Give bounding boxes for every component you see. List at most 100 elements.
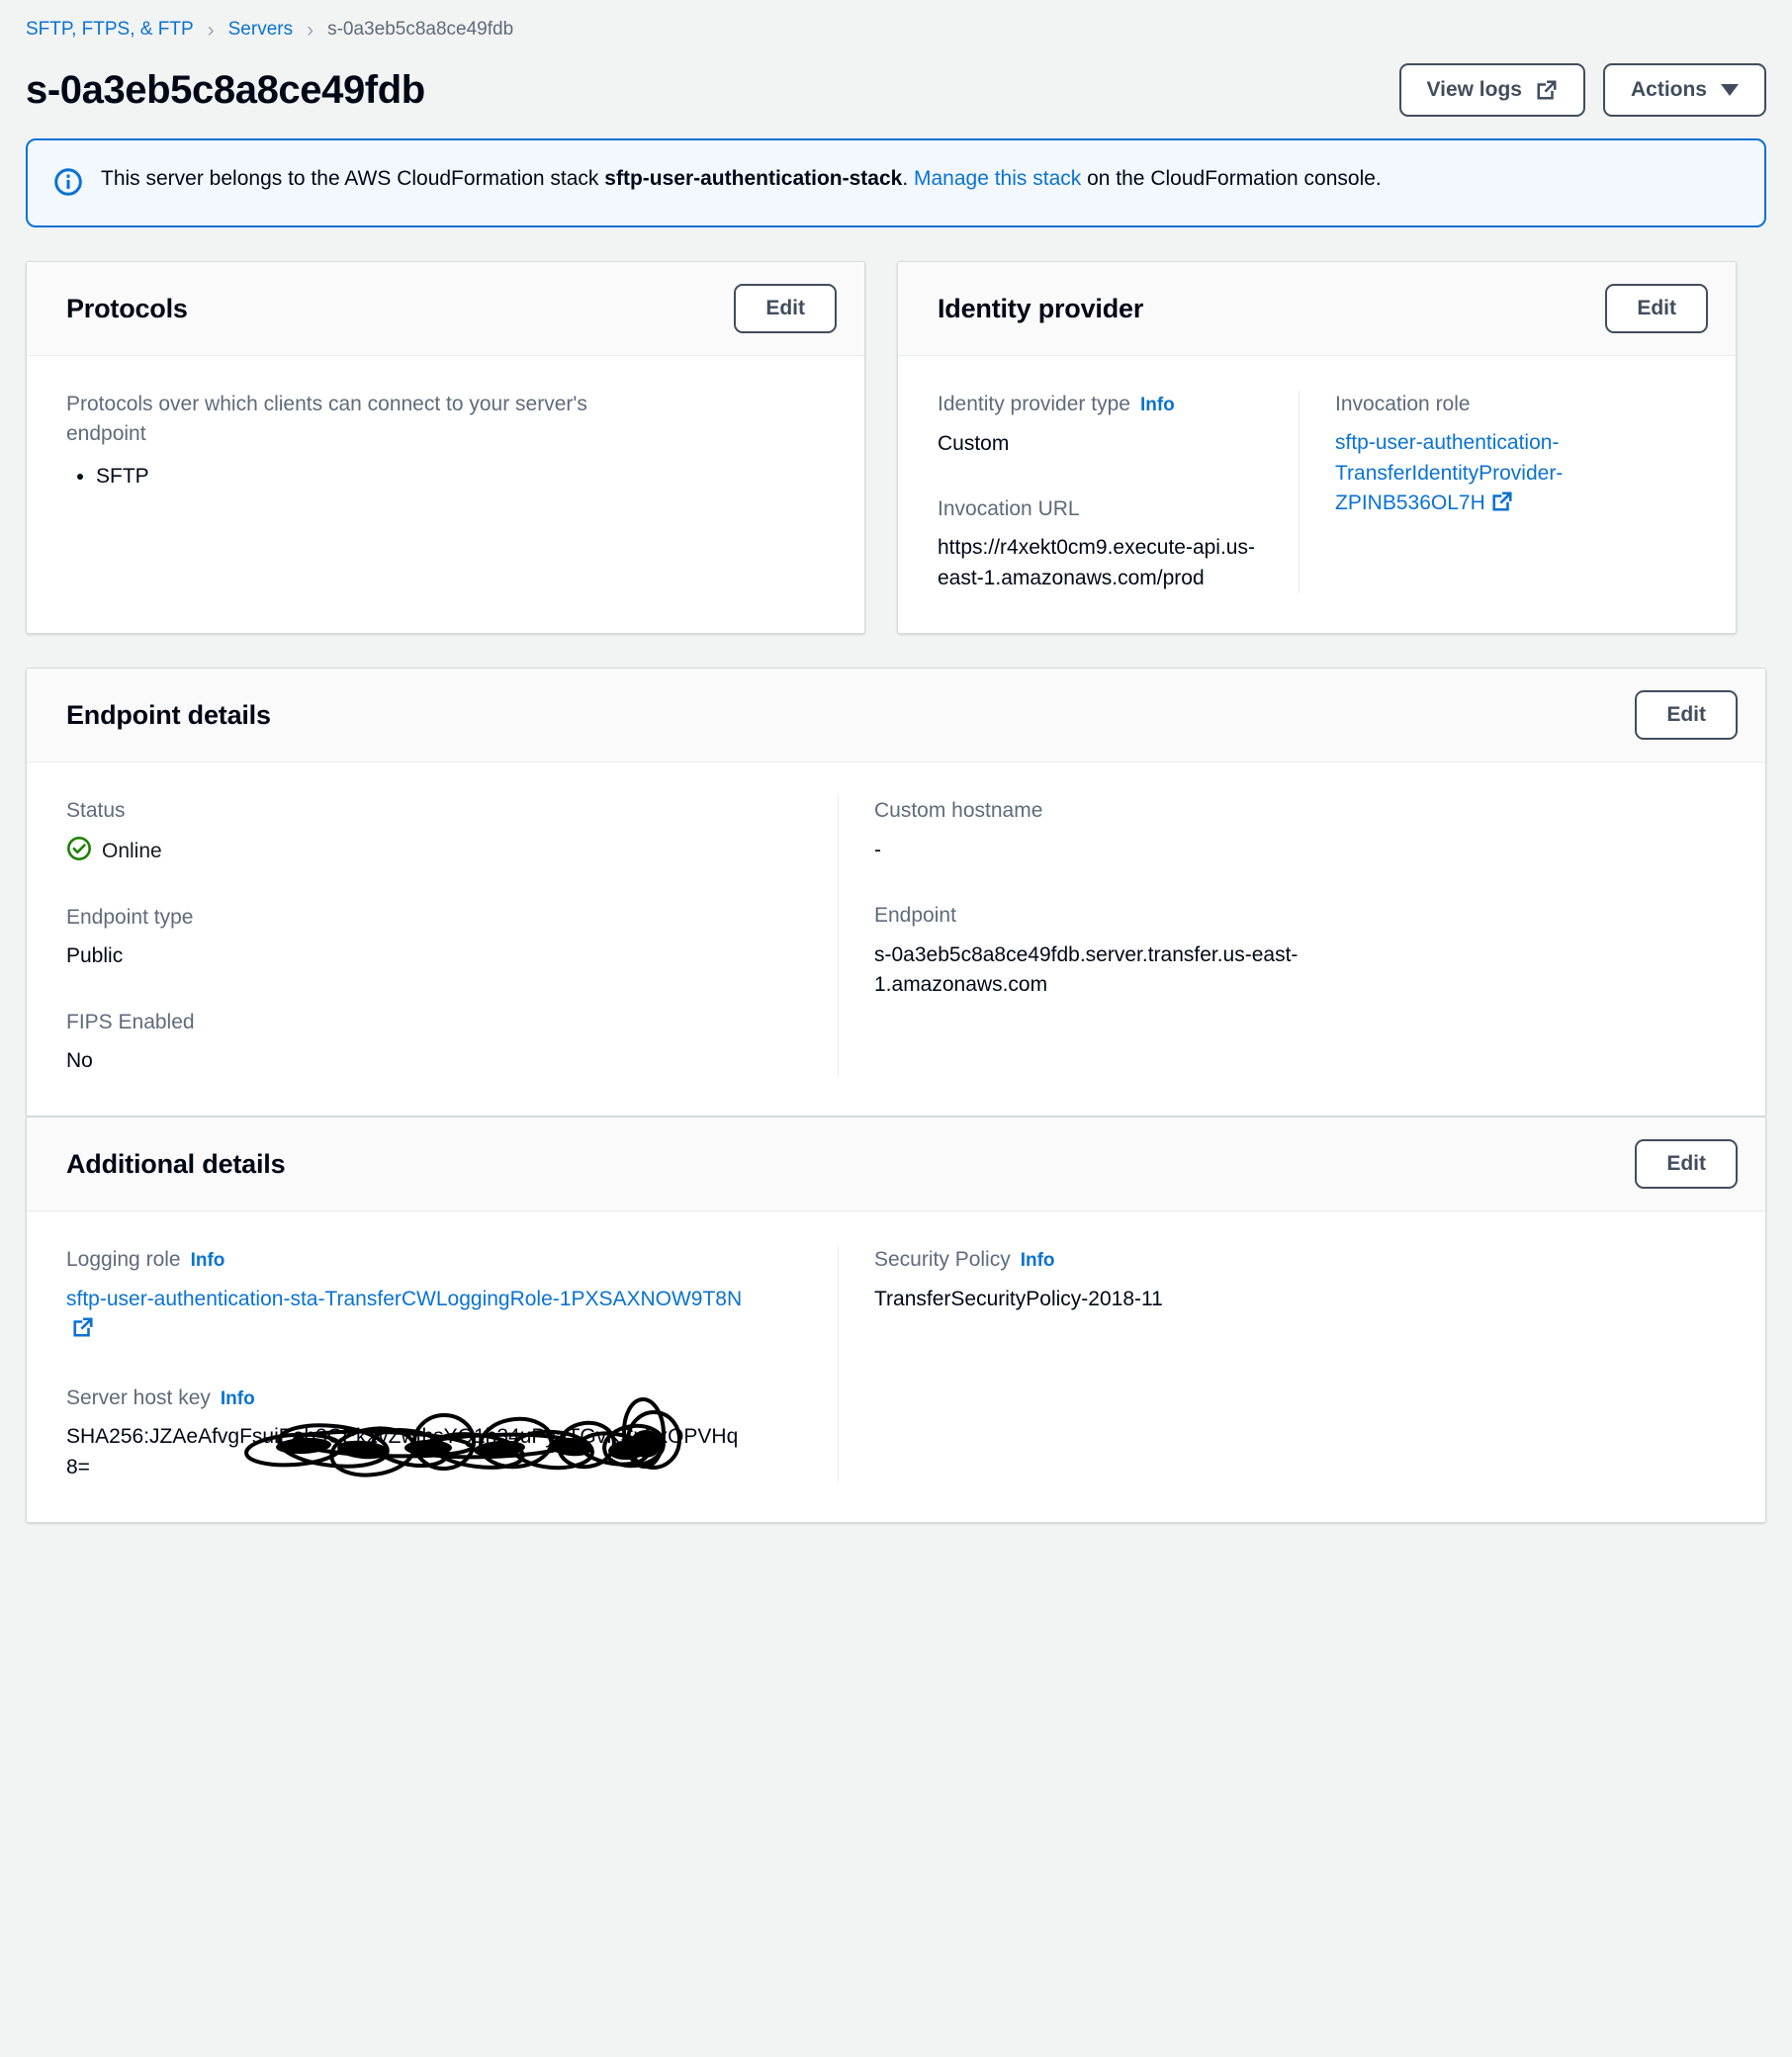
identity-provider-type-info-link[interactable]: Info [1140, 395, 1175, 415]
protocols-card-body: Protocols over which clients can connect… [27, 356, 864, 627]
server-host-key-value: SHA256:JZAeAfvgFsuiEeb3CEk2vZwthsYQ1h34u… [66, 1425, 739, 1478]
additional-details-card: Additional details Edit Logging role Info… [26, 1117, 1766, 1524]
additional-details-card-header: Additional details Edit [27, 1118, 1765, 1212]
endpoint-details-columns: Status Online Endpoint type Public FIPS … [66, 796, 1726, 1077]
invocation-url-value: https://r4xekt0cm9.execute-api.us-east-1… [938, 536, 1255, 589]
alert-message: This server belongs to the AWS CloudForm… [101, 164, 1382, 202]
custom-hostname-label: Custom hostname [874, 799, 1043, 823]
breadcrumb-item-servers[interactable]: Servers [228, 19, 293, 41]
identity-provider-type-value: Custom [938, 431, 1010, 455]
status-badge: Online [66, 836, 838, 867]
server-host-key-label-text: Server host key [66, 1386, 211, 1409]
page-header: s-0a3eb5c8a8ce49fdb View logs Actions [26, 45, 1766, 138]
chevron-down-icon [1721, 84, 1739, 96]
identity-provider-type-label: Identity provider type Info [938, 390, 1234, 419]
invocation-role-link[interactable]: sftp-user-authentication-TransferIdentit… [1335, 431, 1563, 514]
status-success-icon [66, 836, 92, 867]
server-host-key-label: Server host key Info [66, 1384, 838, 1413]
endpoint-details-card: Endpoint details Edit Status Online Endp… [26, 668, 1766, 1118]
endpoint-type-value: Public [66, 944, 124, 968]
breadcrumb-separator: › [207, 18, 215, 42]
identity-provider-right-column: Invocation role sftp-user-authentication… [1299, 390, 1696, 593]
actions-label: Actions [1630, 78, 1707, 101]
breadcrumb-item-sftp-ftps-ftp[interactable]: SFTP, FTPS, & FTP [26, 19, 194, 41]
identity-provider-edit-button[interactable]: Edit [1605, 284, 1708, 333]
endpoint-details-card-header: Endpoint details Edit [27, 669, 1765, 763]
invocation-role-label: Invocation role [1335, 393, 1471, 415]
endpoint-details-left-column: Status Online Endpoint type Public FIPS … [66, 796, 838, 1076]
additional-details-left-column: Logging role Info sftp-user-authenticatio… [66, 1245, 838, 1482]
protocols-list: SFTP [66, 460, 825, 493]
server-host-key-field: Server host key Info SHA256:JZAeAfvgFsuiE… [66, 1384, 838, 1482]
fips-enabled-label: FIPS Enabled [66, 1010, 195, 1033]
manage-stack-link[interactable]: Manage this stack [914, 167, 1081, 190]
additional-details-right-column: Security Policy Info TransferSecurityPoli… [839, 1245, 1726, 1482]
identity-provider-type-label-text: Identity provider type [938, 393, 1130, 415]
external-link-icon [1536, 79, 1558, 101]
endpoint-type-field: Endpoint type Public [66, 903, 838, 972]
status-value: Online [102, 839, 162, 862]
custom-hostname-field: Custom hostname - [874, 796, 1726, 865]
additional-details-card-body: Logging role Info sftp-user-authenticatio… [27, 1211, 1765, 1522]
logging-role-link[interactable]: sftp-user-authentication-sta-TransferCWL… [66, 1288, 742, 1310]
logging-role-value-wrap: sftp-user-authentication-sta-TransferCWL… [66, 1285, 759, 1348]
page-title: s-0a3eb5c8a8ce49fdb [26, 68, 425, 112]
invocation-role-field: Invocation role sftp-user-authentication… [1335, 390, 1696, 522]
cloudformation-info-alert: This server belongs to the AWS CloudForm… [26, 138, 1766, 227]
server-host-key-info-link[interactable]: Info [221, 1388, 255, 1409]
breadcrumb-separator: › [307, 18, 314, 42]
protocols-card: Protocols Edit Protocols over which clie… [26, 261, 865, 635]
identity-provider-columns: Identity provider type Info Custom Invoca… [938, 390, 1696, 594]
identity-provider-card: Identity provider Edit Identity provider… [897, 261, 1737, 635]
fips-enabled-value: No [66, 1048, 93, 1072]
status-label: Status [66, 799, 126, 823]
external-link-icon [72, 1316, 94, 1347]
endpoint-value: s-0a3eb5c8a8ce49fdb.server.transfer.us-e… [874, 942, 1299, 996]
logging-role-field: Logging role Info sftp-user-authenticatio… [66, 1245, 838, 1347]
additional-details-edit-button[interactable]: Edit [1635, 1139, 1738, 1190]
endpoint-type-label: Endpoint type [66, 905, 194, 929]
identity-provider-card-header: Identity provider Edit [898, 262, 1736, 356]
alert-text-before: This server belongs to the AWS CloudForm… [101, 167, 605, 190]
endpoint-details-edit-button[interactable]: Edit [1635, 690, 1738, 741]
protocols-card-header: Protocols Edit [27, 262, 864, 356]
security-policy-label: Security Policy Info [874, 1245, 1726, 1275]
view-logs-label: View logs [1426, 78, 1522, 101]
invocation-role-value-wrap: sftp-user-authentication-TransferIdentit… [1335, 428, 1696, 521]
external-link-icon [1491, 491, 1513, 521]
additional-details-columns: Logging role Info sftp-user-authenticatio… [66, 1245, 1726, 1483]
identity-provider-type-field: Identity provider type Info Custom [938, 390, 1299, 459]
header-actions: View logs Actions [1398, 63, 1766, 117]
protocols-edit-button[interactable]: Edit [734, 284, 837, 333]
security-policy-value: TransferSecurityPolicy-2018-11 [874, 1287, 1163, 1310]
invocation-url-field: Invocation URL https://r4xekt0cm9.execut… [938, 494, 1299, 593]
alert-stack-name: sftp-user-authentication-stack [604, 167, 903, 190]
breadcrumb-item-current: s-0a3eb5c8a8ce49fdb [327, 19, 514, 40]
endpoint-label: Endpoint [874, 904, 956, 928]
page-root: SFTP, FTPS, & FTP › Servers › s-0a3eb5c8… [0, 0, 1792, 2057]
endpoint-details-card-body: Status Online Endpoint type Public FIPS … [27, 762, 1765, 1116]
identity-provider-card-body: Identity provider type Info Custom Invoca… [898, 356, 1736, 633]
logging-role-label-text: Logging role [66, 1248, 181, 1272]
breadcrumb: SFTP, FTPS, & FTP › Servers › s-0a3eb5c8… [26, 0, 1766, 45]
fips-enabled-field: FIPS Enabled No [66, 1008, 838, 1077]
custom-hostname-value: - [874, 838, 881, 861]
alert-text-after: on the CloudFormation console. [1081, 167, 1382, 190]
endpoint-details-right-column: Custom hostname - Endpoint s-0a3eb5c8a8c… [839, 796, 1726, 1076]
status-field: Status Online [66, 796, 838, 866]
security-policy-field: Security Policy Info TransferSecurityPoli… [874, 1245, 1726, 1314]
endpoint-details-title: Endpoint details [66, 699, 271, 730]
protocols-description: Protocols over which clients can connect… [66, 393, 587, 446]
list-item: SFTP [96, 460, 825, 493]
identity-provider-left-column: Identity provider type Info Custom Invoca… [938, 390, 1299, 593]
protocols-title: Protocols [66, 293, 188, 323]
security-policy-info-link[interactable]: Info [1021, 1250, 1055, 1271]
info-circle-icon [53, 164, 83, 202]
security-policy-label-text: Security Policy [874, 1248, 1011, 1272]
view-logs-button[interactable]: View logs [1398, 63, 1585, 117]
logging-role-info-link[interactable]: Info [191, 1250, 225, 1271]
endpoint-field: Endpoint s-0a3eb5c8a8ce49fdb.server.tran… [874, 901, 1726, 1000]
identity-provider-title: Identity provider [938, 293, 1144, 323]
additional-details-title: Additional details [66, 1148, 286, 1179]
actions-button[interactable]: Actions [1602, 63, 1766, 117]
